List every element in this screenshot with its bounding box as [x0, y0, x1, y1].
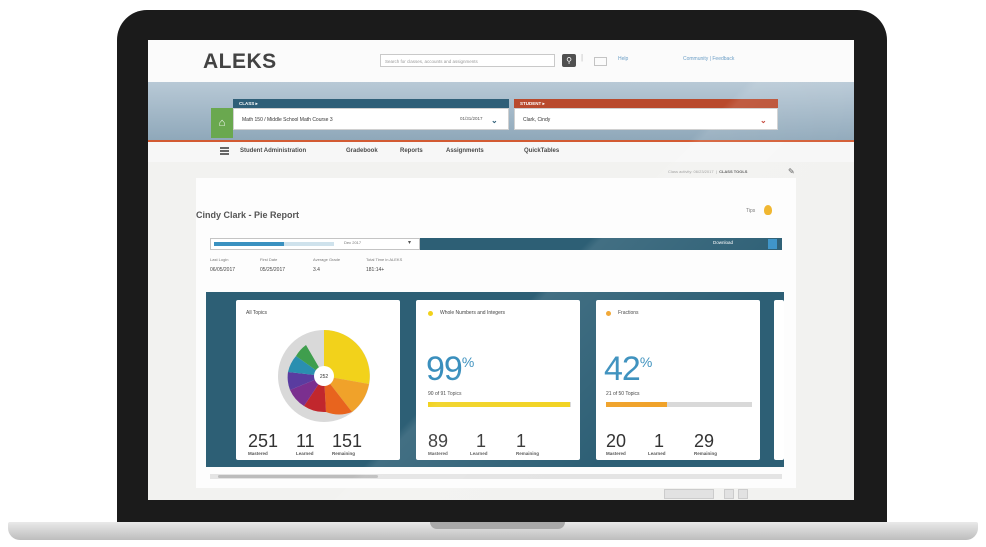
- nav-quicktables[interactable]: QuickTables: [524, 148, 559, 154]
- card-title: Whole Numbers and Integers: [440, 310, 506, 316]
- chevron-down-icon[interactable]: ⌄: [491, 116, 498, 125]
- student-select[interactable]: Clark, Cindy: [514, 108, 778, 130]
- stat-value: 3.4: [313, 267, 320, 273]
- mastered-count: 89: [428, 431, 449, 451]
- learned-count: 1: [476, 431, 487, 451]
- card-title: All Topics: [246, 310, 268, 316]
- learned-label: Learned: [470, 451, 488, 456]
- footer-button[interactable]: [664, 489, 714, 499]
- scrollbar-thumb[interactable]: [218, 475, 378, 478]
- home-icon[interactable]: ⌂: [211, 108, 233, 138]
- learned-count: 11: [296, 431, 315, 451]
- remaining-label: Remaining: [516, 451, 540, 456]
- search-icon[interactable]: ⚲: [562, 54, 576, 67]
- download-icon[interactable]: [768, 239, 777, 249]
- report-select-text: Dec 2017: [344, 240, 362, 245]
- report-progress-fill: [214, 242, 284, 246]
- pencil-icon[interactable]: ✎: [788, 167, 795, 176]
- nav-assignments[interactable]: Assignments: [446, 148, 484, 154]
- divider: |: [581, 53, 584, 62]
- remaining-count: 29: [694, 431, 715, 451]
- stat-value: 181:14+: [366, 267, 385, 273]
- stat-label: Total Time in ALEKS: [366, 257, 403, 262]
- mastered-label: Mastered: [428, 451, 448, 456]
- remaining-label: Remaining: [332, 451, 356, 456]
- community-feedback-links[interactable]: Community | Feedback: [683, 56, 734, 62]
- aleks-logo[interactable]: ALEKS: [203, 50, 277, 74]
- mastered-count: 251: [248, 431, 279, 451]
- download-button[interactable]: Download: [713, 240, 733, 245]
- learned-label: Learned: [648, 451, 666, 456]
- nav-reports[interactable]: Reports: [400, 148, 423, 154]
- student-header: STUDENT ▸: [514, 99, 778, 108]
- help-link[interactable]: Help: [618, 56, 628, 62]
- next-button[interactable]: [738, 489, 748, 499]
- stat-label: Average Grade: [313, 257, 341, 262]
- nav-student-administration[interactable]: Student Administration: [240, 148, 306, 154]
- mastered-label: Mastered: [248, 451, 268, 456]
- progress-bar-fill: [428, 402, 570, 407]
- progress-bar: [606, 402, 752, 407]
- card-title: Fractions: [618, 310, 639, 316]
- search-input[interactable]: Search for classes, accounts and assignm…: [380, 54, 555, 67]
- mastered-label: Mastered: [606, 451, 626, 456]
- pie-center-label: 252: [320, 374, 329, 380]
- laptop-notch: [430, 522, 565, 529]
- progress-bar: [428, 402, 571, 407]
- card-partial[interactable]: [774, 300, 784, 460]
- menu-icon[interactable]: [220, 147, 229, 155]
- topics-subtext: 21 of 50 Topics: [606, 391, 640, 397]
- category-dot: [428, 311, 433, 316]
- stat-label: Last Login: [210, 257, 229, 262]
- chevron-down-icon[interactable]: ▾: [408, 239, 411, 246]
- previous-button[interactable]: [724, 489, 734, 499]
- remaining-count: 151: [332, 431, 363, 451]
- class-date: 01/31/2017: [460, 116, 483, 121]
- lightbulb-icon[interactable]: [764, 205, 772, 215]
- tips-label[interactable]: Tips: [746, 208, 755, 214]
- stat-value: 05/25/2017: [260, 267, 286, 273]
- mail-icon[interactable]: [594, 57, 607, 66]
- learned-count: 1: [654, 431, 665, 451]
- class-header: CLASS ▸: [233, 99, 509, 108]
- stat-label: First Date: [260, 257, 278, 262]
- learned-label: Learned: [296, 451, 314, 456]
- category-dot: [606, 311, 611, 316]
- remaining-count: 1: [516, 431, 527, 451]
- topics-subtext: 90 of 91 Topics: [428, 391, 462, 397]
- mastered-count: 20: [606, 431, 627, 451]
- percent-value: 42%: [604, 350, 652, 388]
- report-progress-track: [284, 242, 334, 246]
- percent-value: 99%: [426, 350, 474, 388]
- remaining-label: Remaining: [694, 451, 718, 456]
- screen: ALEKS Search for classes, accounts and a…: [148, 40, 854, 500]
- class-tools[interactable]: Class activity: 06/23/2017 | CLASS TOOLS: [668, 169, 747, 174]
- stat-value: 06/05/2017: [210, 267, 236, 273]
- chevron-down-icon[interactable]: ⌄: [760, 116, 767, 125]
- progress-bar-fill: [606, 402, 668, 407]
- report-title: Cindy Clark - Pie Report: [196, 210, 300, 220]
- pie-chart[interactable]: 252: [276, 328, 372, 424]
- nav-gradebook[interactable]: Gradebook: [346, 148, 378, 154]
